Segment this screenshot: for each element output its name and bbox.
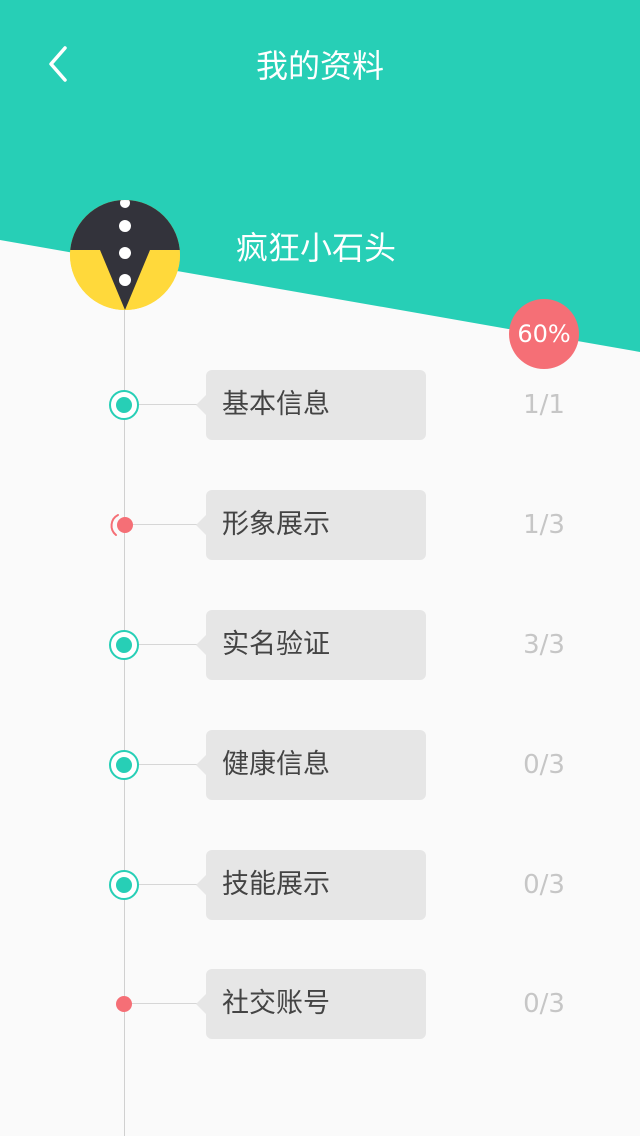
status-node-complete [108,629,140,661]
section-card-social-accounts[interactable]: 社交账号 [196,969,426,1039]
section-row: 实名验证 3/3 [0,610,640,680]
section-count: 3/3 [523,630,565,660]
section-label: 技能展示 [222,869,330,900]
section-count: 1/1 [523,390,565,420]
section-card-basic-info[interactable]: 基本信息 [196,370,426,440]
section-label: 社交账号 [222,988,330,1019]
page-title: 我的资料 [255,47,384,85]
section-label: 健康信息 [222,749,330,780]
section-count: 1/3 [523,510,565,540]
tuxedo-avatar-icon [70,200,180,310]
section-card-identity-verification[interactable]: 实名验证 [196,610,426,680]
section-label: 基本信息 [222,389,330,420]
section-card-skills-showcase[interactable]: 技能展示 [196,850,426,920]
username: 疯狂小石头 [236,229,397,267]
section-card-health-info[interactable]: 健康信息 [196,730,426,800]
section-count: 0/3 [523,750,565,780]
section-row: 社交账号 0/3 [0,969,640,1039]
section-card-photo-showcase[interactable]: 形象展示 [196,490,426,560]
section-row: 健康信息 0/3 [0,730,640,800]
status-node-incomplete [108,988,140,1020]
section-row: 技能展示 0/3 [0,850,640,920]
section-row: 形象展示 1/3 [0,490,640,560]
status-node-complete [108,869,140,901]
avatar[interactable] [70,200,180,310]
status-node-complete [108,749,140,781]
section-count: 0/3 [523,989,565,1019]
status-node-complete [108,389,140,421]
section-row: 基本信息 1/1 [0,370,640,440]
progress-badge: 60% [509,299,579,369]
section-count: 0/3 [523,870,565,900]
status-node-in-progress [108,509,140,541]
section-label: 实名验证 [222,629,330,660]
section-label: 形象展示 [222,509,330,540]
